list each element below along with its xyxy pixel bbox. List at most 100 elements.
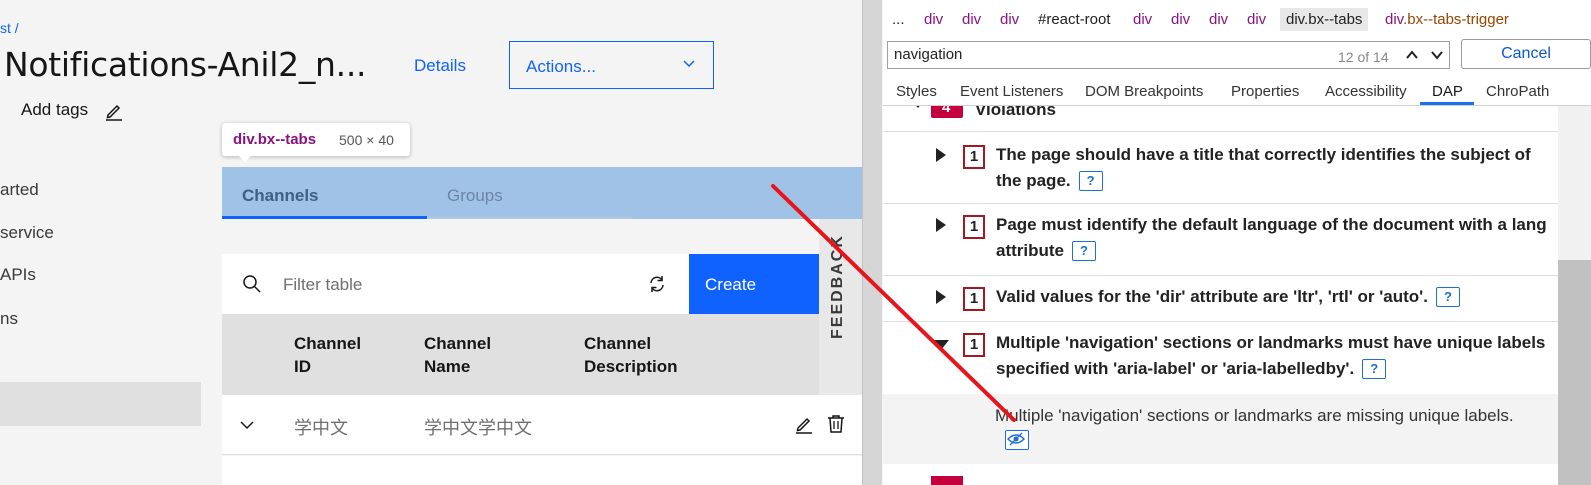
page-title: Notifications-Anil2_n... <box>4 45 367 84</box>
tab-channels[interactable]: Channels <box>222 167 427 219</box>
tab-event-listeners[interactable]: Event Listeners <box>960 83 1063 100</box>
help-button[interactable]: ? <box>1072 241 1096 261</box>
header-channel-description[interactable]: Channel Description <box>584 332 678 378</box>
expand-caret-icon[interactable] <box>936 218 946 232</box>
edit-icon[interactable] <box>104 101 124 126</box>
crumb[interactable]: div <box>1133 11 1152 28</box>
table-row <box>222 456 862 485</box>
violation-detail-text: Multiple 'navigation' sections or landma… <box>995 403 1547 455</box>
expand-caret-icon[interactable] <box>936 290 946 304</box>
dom-breadcrumbs: ... div div div #react-root div div div … <box>883 0 1591 38</box>
eye-icon[interactable] <box>1005 430 1029 450</box>
header-channel-name[interactable]: Channel Name <box>424 332 491 378</box>
violation-detail: Multiple 'navigation' sections or landma… <box>883 394 1558 464</box>
crumb[interactable]: ... <box>892 11 905 28</box>
breadcrumb[interactable]: st / <box>0 20 19 36</box>
violation-count: 1 <box>963 145 985 169</box>
devtools-tabs: Styles Event Listeners DOM Breakpoints P… <box>883 76 1591 106</box>
crumb[interactable]: div <box>962 11 981 28</box>
app-pane: st / Notifications-Anil2_n... Details Ac… <box>0 0 865 485</box>
crumb-class: .bx--tabs-trigger <box>1403 11 1509 28</box>
crumb[interactable]: div <box>1000 11 1019 28</box>
violation-count: 1 <box>963 287 985 311</box>
crumb-tag: div <box>1385 11 1404 28</box>
details-link[interactable]: Details <box>414 56 466 76</box>
create-button[interactable]: Create <box>689 254 819 314</box>
tooltip-element-name: div.bx--tabs <box>233 131 317 148</box>
scrollbar[interactable] <box>1558 106 1591 485</box>
crumb[interactable]: div <box>1209 11 1228 28</box>
sidenav-item-1[interactable]: service <box>0 223 54 243</box>
violation-row[interactable]: 1 Page must identify the default languag… <box>883 204 1558 276</box>
tooltip-element-size: 500 × 40 <box>339 132 394 148</box>
header-line: Name <box>424 357 471 376</box>
help-button[interactable]: ? <box>1435 287 1460 307</box>
sidenav-item-2[interactable]: APIs <box>0 265 36 285</box>
find-input[interactable] <box>894 46 1314 63</box>
tab-label: Channels <box>242 186 319 205</box>
crumb[interactable]: div <box>924 11 943 28</box>
edit-icon[interactable] <box>794 414 814 439</box>
violations-count: 4 <box>942 106 951 116</box>
tab-chropath[interactable]: ChroPath <box>1486 83 1549 100</box>
feedback-tab[interactable]: FEEDBACK <box>819 219 862 395</box>
find-match-count: 12 of 14 <box>1338 49 1389 65</box>
add-tags-label[interactable]: Add tags <box>21 100 88 120</box>
violation-row[interactable]: 1 Multiple 'navigation' sections or land… <box>883 322 1558 394</box>
inspector-tooltip: div.bx--tabs 500 × 40 <box>222 123 410 156</box>
violation-row[interactable]: 1 Valid values for the 'dir' attribute a… <box>883 276 1558 322</box>
feedback-label: FEEDBACK <box>829 234 846 339</box>
crumb[interactable]: div <box>1247 11 1266 28</box>
tab-dap[interactable]: DAP <box>1432 83 1463 100</box>
filter-table-input[interactable] <box>283 272 623 298</box>
chevron-down-icon <box>681 55 697 76</box>
cell-channel-id: 学中文 <box>294 418 348 439</box>
tab-properties[interactable]: Properties <box>1231 83 1299 100</box>
tooltip-arrow <box>238 155 252 162</box>
violation-count: 1 <box>963 333 985 357</box>
chevron-down-icon[interactable] <box>1425 44 1449 66</box>
sidenav-item-3[interactable]: ns <box>0 309 18 329</box>
scrollbar-thumb[interactable] <box>1558 260 1591 485</box>
tab-groups[interactable]: Groups <box>427 167 632 219</box>
violation-message: The page should have a title that correc… <box>996 145 1531 190</box>
sidenav-item-0[interactable]: arted <box>0 180 39 200</box>
violation-text: The page should have a title that correc… <box>996 142 1548 194</box>
tab-styles[interactable]: Styles <box>896 83 937 100</box>
actions-dropdown[interactable]: Actions... <box>509 41 714 89</box>
header-line: ID <box>294 357 311 376</box>
help-button[interactable]: ? <box>1078 171 1103 191</box>
violations-list: 4 Violations 1 The page should have a ti… <box>883 106 1558 485</box>
help-button[interactable]: ? <box>1362 359 1387 379</box>
search-icon <box>242 274 262 299</box>
header-channel-id[interactable]: Channel ID <box>294 332 361 378</box>
expand-caret-icon[interactable] <box>936 148 946 162</box>
panel-divider[interactable] <box>862 0 882 485</box>
chevron-up-icon[interactable] <box>1400 44 1424 66</box>
find-field[interactable]: 12 of 14 <box>887 41 1450 69</box>
crumb[interactable]: div.bx--tabs-trigger <box>1385 11 1509 28</box>
violation-row[interactable]: 1 The page should have a title that corr… <box>883 131 1558 204</box>
expand-row-chevron-icon[interactable] <box>238 418 256 437</box>
tab-accessibility[interactable]: Accessibility <box>1325 83 1407 100</box>
header-line: Channel <box>584 334 652 353</box>
trash-icon[interactable] <box>826 414 846 439</box>
cancel-button[interactable]: Cancel <box>1461 39 1591 69</box>
collapse-caret-icon[interactable] <box>913 106 923 108</box>
violation-text: Multiple 'navigation' sections or landma… <box>996 330 1548 382</box>
cell-channel-name: 学中文学中文 <box>424 418 532 439</box>
sidenav-item-selected[interactable] <box>0 382 201 426</box>
crumb[interactable]: div <box>1171 11 1190 28</box>
violation-message: Multiple 'navigation' sections or landma… <box>996 333 1546 378</box>
refresh-icon[interactable] <box>647 274 667 299</box>
find-bar: 12 of 14 Cancel <box>883 38 1591 76</box>
active-tab-indicator <box>1420 102 1474 105</box>
header-line: Channel <box>424 334 492 353</box>
tab-dom-breakpoints[interactable]: DOM Breakpoints <box>1085 83 1203 100</box>
collapse-caret-icon[interactable] <box>933 340 949 350</box>
crumb-selected[interactable]: div.bx--tabs <box>1280 8 1369 31</box>
crumb[interactable]: #react-root <box>1038 11 1111 28</box>
next-section-badge <box>931 476 963 485</box>
violations-heading[interactable]: Violations <box>975 106 1056 120</box>
violation-text: Page must identify the default language … <box>996 212 1548 264</box>
